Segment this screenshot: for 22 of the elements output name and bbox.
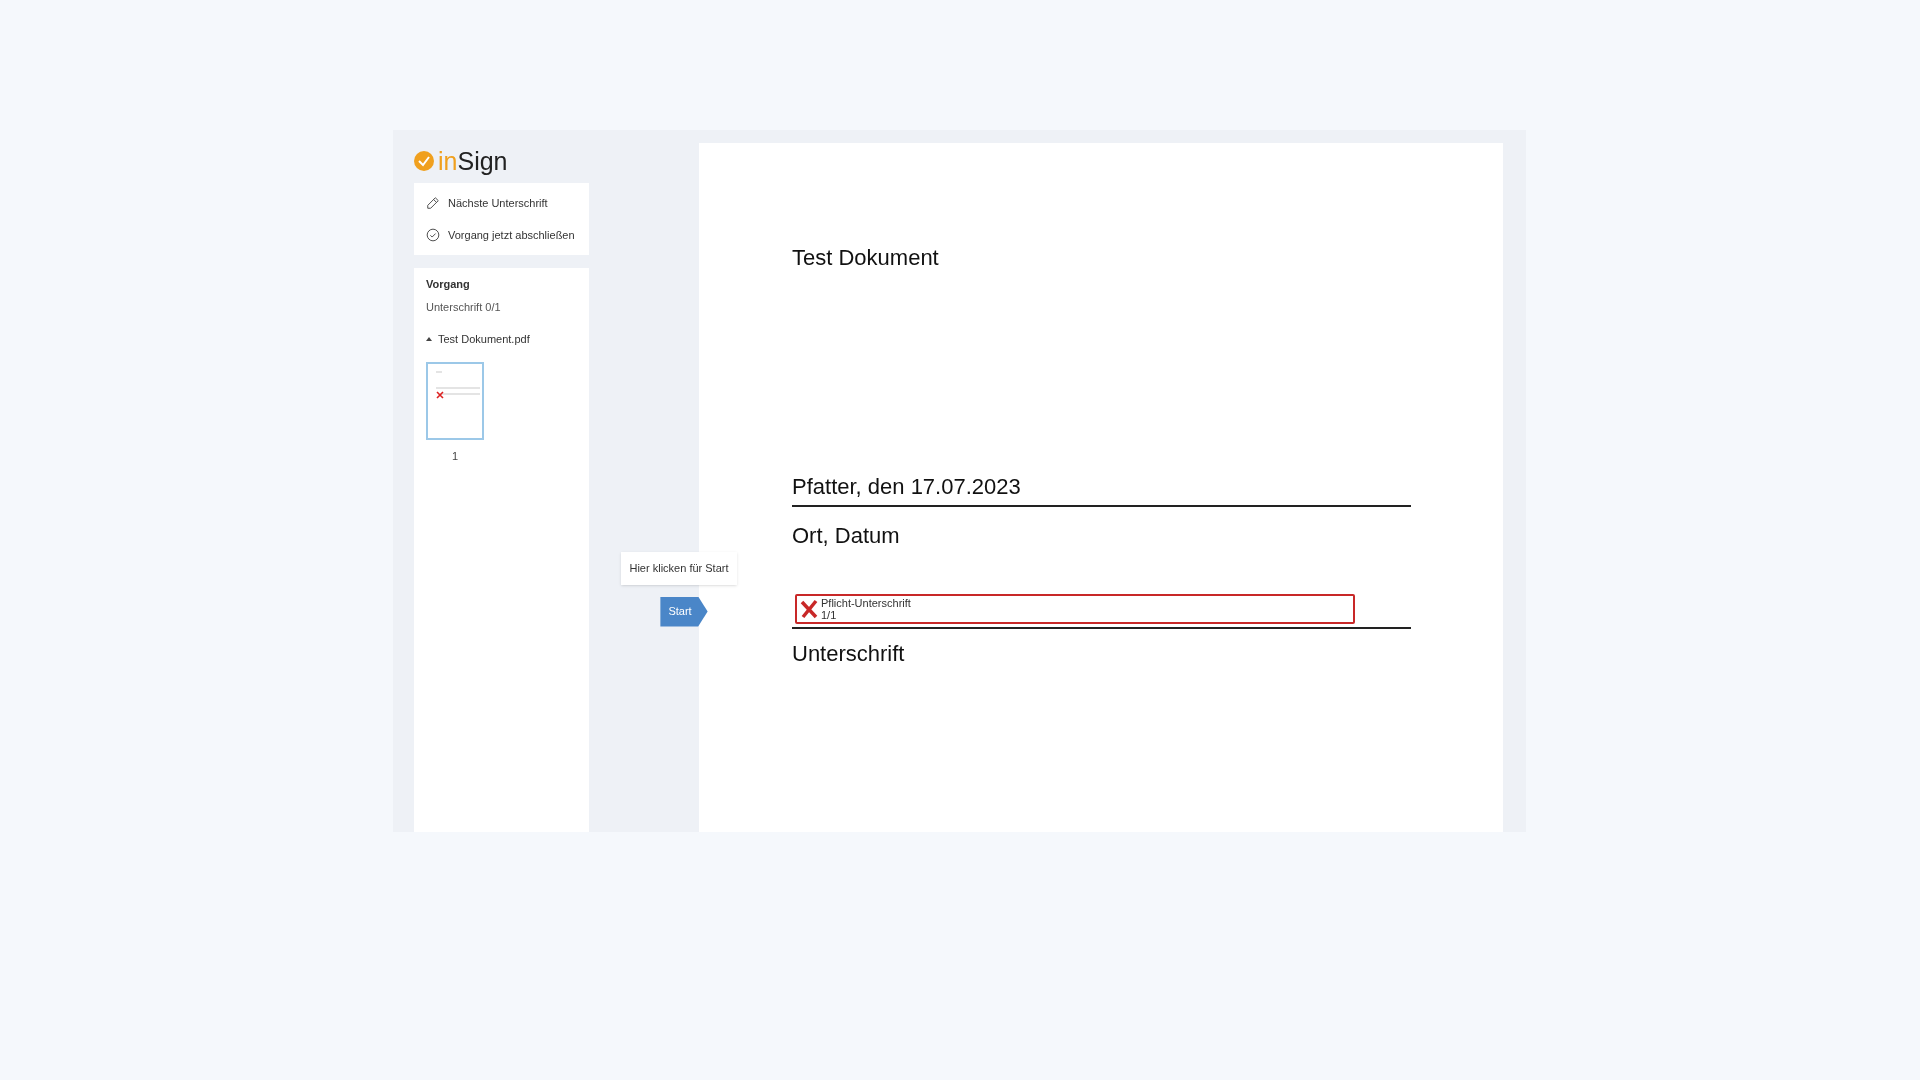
action-item[interactable]: Vorgang jetzt abschließen bbox=[426, 219, 577, 251]
logo-text: inSign bbox=[438, 148, 508, 174]
signature-field[interactable]: Pflicht-Unterschrift 1/1 bbox=[795, 594, 1355, 624]
signature-label: Unterschrift bbox=[792, 640, 906, 668]
signature-field-label: Pflicht-Unterschrift bbox=[821, 597, 911, 609]
signature-field-count: 1/1 bbox=[821, 609, 838, 621]
cross-icon bbox=[799, 599, 819, 619]
process-status: Unterschrift 0/1 bbox=[426, 299, 502, 315]
document-toggle[interactable]: Test Dokument.pdf bbox=[426, 331, 577, 348]
process-title: Vorgang bbox=[426, 277, 471, 292]
logo-check-icon bbox=[414, 151, 434, 171]
tooltip: Hier klicken für Start bbox=[621, 552, 737, 585]
page-number: 1 bbox=[451, 448, 459, 464]
pen-icon bbox=[426, 196, 440, 210]
check-circle-icon bbox=[426, 228, 440, 242]
action-item[interactable]: Nächste Unterschrift bbox=[426, 187, 577, 219]
place-date-value: Pfatter, den 17.07.2023 bbox=[792, 470, 1411, 507]
caret-icon bbox=[426, 337, 432, 342]
page-thumbnail[interactable] bbox=[426, 361, 484, 440]
place-date-label: Ort, Datum bbox=[792, 522, 901, 550]
start-button[interactable]: Start bbox=[660, 596, 708, 627]
document-title: Test Dokument bbox=[792, 244, 940, 272]
